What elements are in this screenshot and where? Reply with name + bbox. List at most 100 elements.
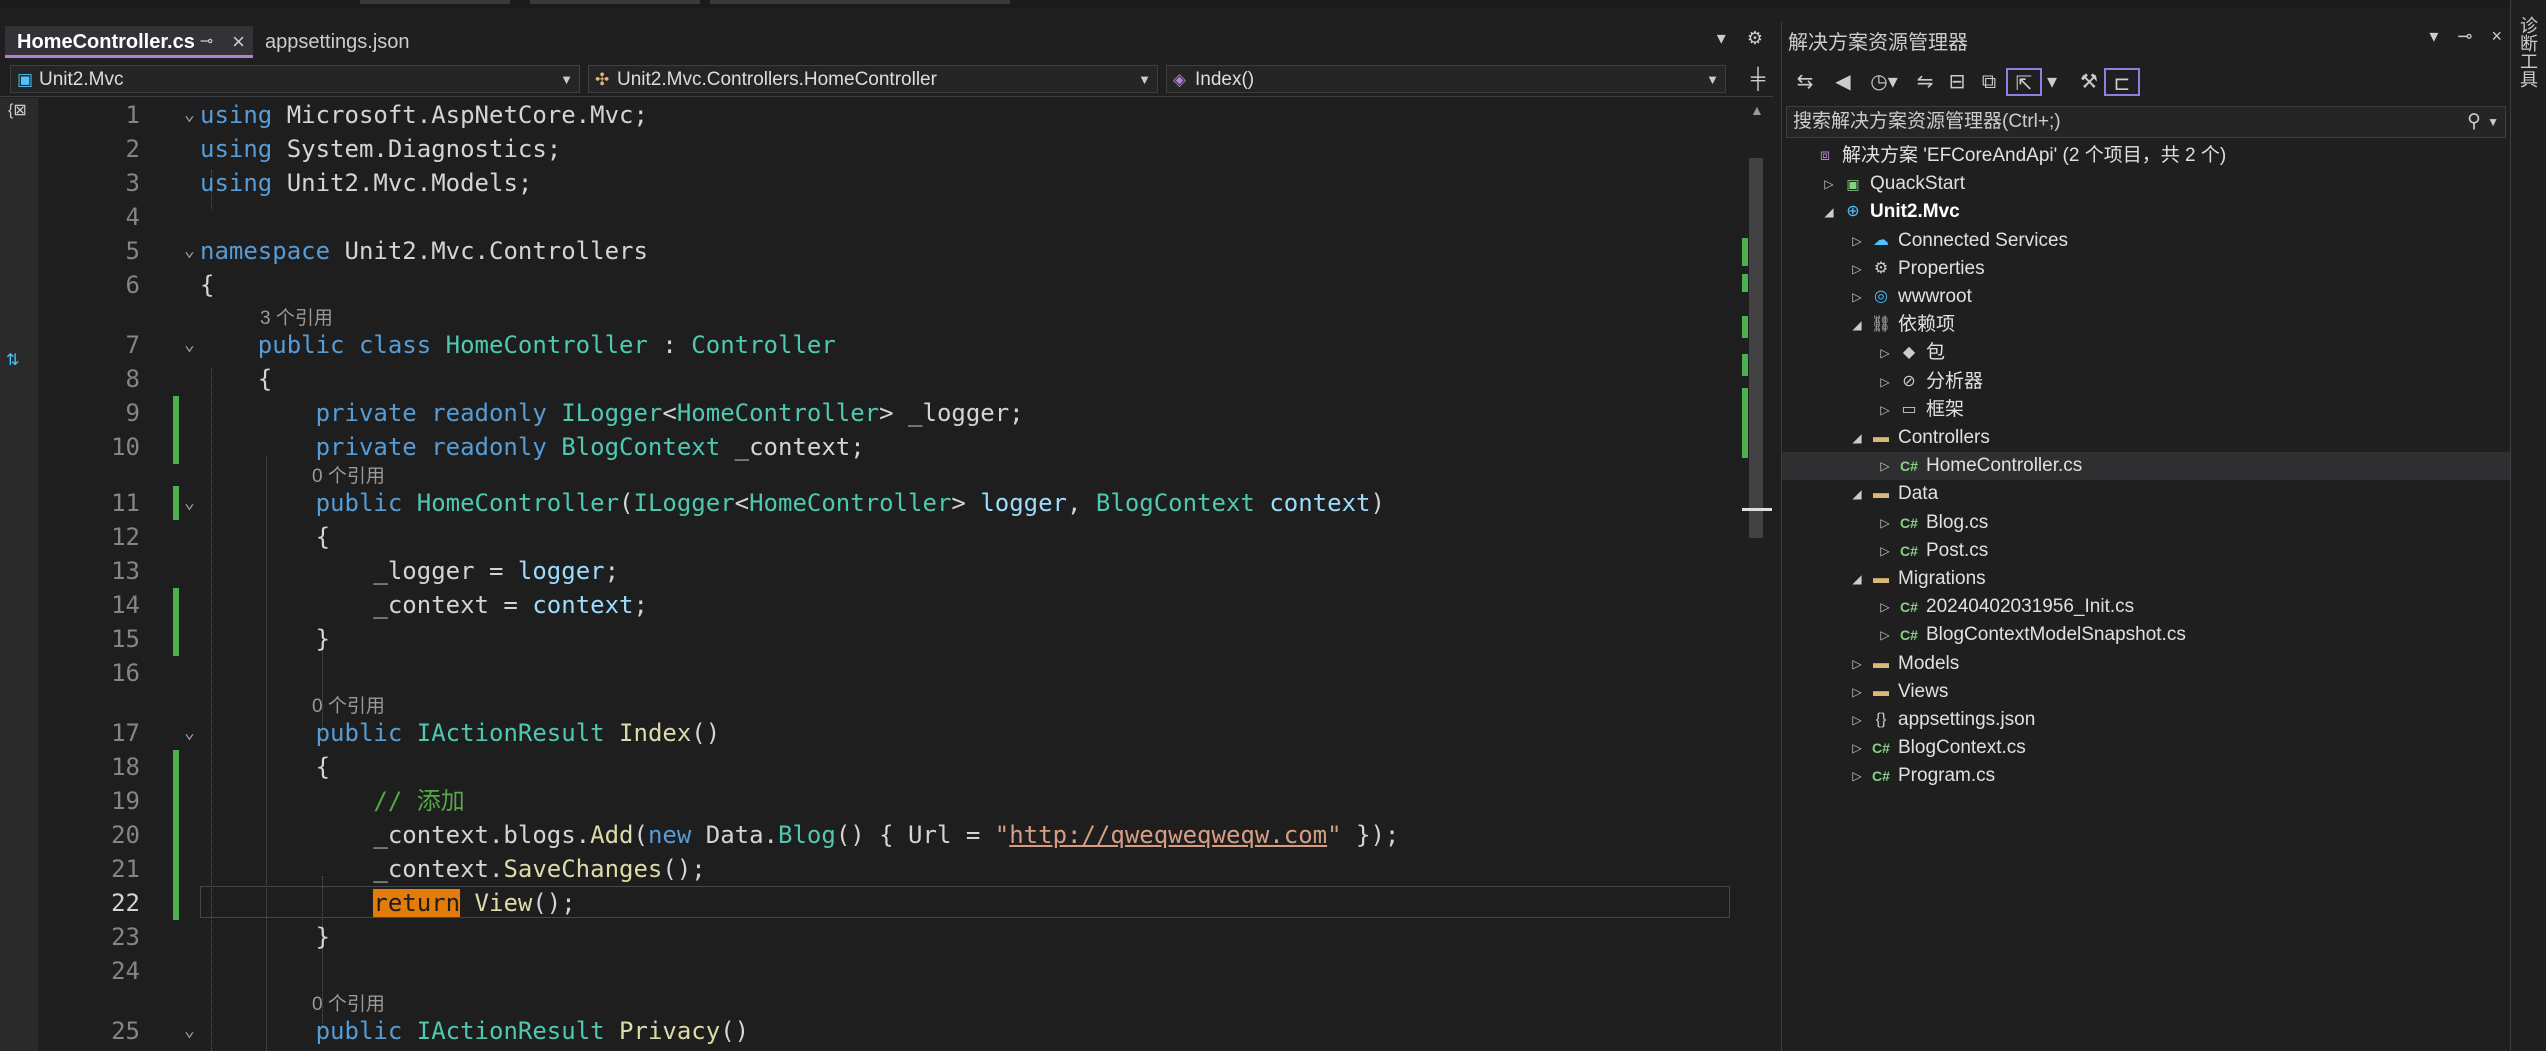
chevron-down-icon[interactable]: ▾ (2044, 68, 2060, 96)
expanded-arrow-icon[interactable]: ◢ (1848, 424, 1866, 452)
tree-item-label: Migrations (1898, 568, 1986, 589)
collapsed-arrow-icon[interactable]: ▷ (1820, 170, 1838, 198)
code-text-area[interactable]: {⊠ ⇅ 1 ⌄ using Microsoft.AspNetCore.Mvc;… (0, 98, 1740, 1051)
collapsed-arrow-icon[interactable]: ▷ (1876, 452, 1894, 480)
editor-vertical-scrollbar[interactable]: ▲ (1740, 98, 1773, 1051)
tree-item[interactable]: ◢ ▬ Migrations (1782, 565, 2510, 593)
project-dropdown[interactable]: ▣ Unit2.Mvc ▼ (10, 65, 580, 93)
expanded-arrow-icon[interactable]: ◢ (1820, 198, 1838, 226)
tree-item[interactable]: ▷ C# Blog.cs (1782, 509, 2510, 537)
tree-item[interactable]: ⧈ 解决方案 'EFCoreAndApi' (2 个项目，共 2 个) (1782, 142, 2510, 170)
tree-item[interactable]: ▷ ◆ 包 (1782, 339, 2510, 367)
tab-appsettings[interactable]: appsettings.json (253, 26, 467, 58)
collapsed-arrow-icon[interactable]: ▷ (1876, 509, 1894, 537)
collapsed-arrow-icon[interactable]: ▷ (1876, 396, 1894, 424)
tree-item[interactable]: ▷ ▣ QuackStart (1782, 170, 2510, 198)
expanded-arrow-icon[interactable]: ◢ (1848, 311, 1866, 339)
scroll-up-icon[interactable]: ▲ (1750, 102, 1764, 118)
chevron-down-icon: ▼ (1706, 72, 1719, 87)
globe-icon: ◎ (1874, 288, 1888, 305)
collapsed-arrow-icon[interactable]: ▷ (1848, 283, 1866, 311)
show-all-files-icon[interactable]: ⧉ (1974, 68, 2004, 96)
collapsed-arrow-icon[interactable]: ▷ (1848, 706, 1866, 734)
tree-item[interactable]: ◢ ▬ Controllers (1782, 424, 2510, 452)
scrollbar-thumb[interactable] (1749, 158, 1763, 538)
url-string[interactable]: http://qweqweqweqw.com (1009, 821, 1327, 849)
tree-item[interactable]: ▷ ⊘ 分析器 (1782, 368, 2510, 396)
tree-item[interactable]: ▷ C# HomeController.cs (1782, 452, 2510, 481)
fold-chevron-icon[interactable]: ⌄ (184, 234, 195, 268)
close-icon[interactable]: × (2491, 26, 2502, 46)
expanded-arrow-icon[interactable]: ◢ (1848, 565, 1866, 593)
tree-item[interactable]: ▷ ⚙ Properties (1782, 255, 2510, 283)
chevron-down-icon[interactable]: ▾ (2429, 26, 2438, 46)
collapsed-arrow-icon[interactable]: ▷ (1876, 537, 1894, 565)
diagnostic-tools-tab[interactable]: 诊断工具 (2517, 16, 2541, 88)
tree-item[interactable]: ▷ C# 20240402031956_Init.cs (1782, 593, 2510, 621)
expanded-arrow-icon[interactable]: ◢ (1848, 480, 1866, 508)
codelens-references[interactable]: 0 个引用 (312, 994, 385, 1016)
gear-icon[interactable]: ⚙ (1747, 28, 1763, 48)
fold-chevron-icon[interactable]: ⌄ (184, 1014, 195, 1048)
wrench-icon[interactable]: ⚒ (2074, 68, 2104, 96)
fold-chevron-icon[interactable]: ⌄ (184, 98, 195, 132)
tree-item[interactable]: ▷ C# BlogContextModelSnapshot.cs (1782, 621, 2510, 649)
fold-chevron-icon[interactable]: ⌄ (184, 328, 195, 362)
tree-item[interactable]: ▷ C# BlogContext.cs (1782, 734, 2510, 762)
codelens-references[interactable]: 0 个引用 (312, 696, 385, 718)
tree-item[interactable]: ◢ ⊕ Unit2.Mvc (1782, 198, 2510, 226)
back-icon[interactable]: ◀ (1828, 68, 1858, 96)
preview-selected-items-icon[interactable]: ⊏ (2104, 68, 2140, 96)
chevron-down-icon[interactable]: ▼ (2487, 107, 2499, 137)
json-file-icon: {} (1875, 711, 1887, 728)
search-input[interactable]: 搜索解决方案资源管理器(Ctrl+;) ⚲ ▼ (1786, 106, 2506, 138)
fold-chevron-icon[interactable]: ⌄ (184, 486, 195, 520)
collapsed-arrow-icon[interactable]: ▷ (1876, 339, 1894, 367)
collapsed-arrow-icon[interactable]: ▷ (1848, 255, 1866, 283)
pin-icon[interactable]: ⊸ (200, 26, 213, 58)
member-dropdown[interactable]: ◈ Index() ▼ (1166, 65, 1726, 93)
track-active-item-icon[interactable]: ⇱ (2006, 68, 2042, 96)
split-editor-icon[interactable]: ╪ (1751, 68, 1765, 91)
code-line: 23 } (0, 920, 1740, 954)
folder-icon: ▬ (1873, 682, 1889, 700)
code-text: _context = context; (200, 591, 648, 619)
codelens-references[interactable]: 0 个引用 (312, 466, 385, 488)
codelens-references[interactable]: 3 个引用 (260, 308, 333, 330)
line-number: 18 (111, 753, 140, 781)
tree-item[interactable]: ▷ ▭ 框架 (1782, 396, 2510, 424)
collapsed-arrow-icon[interactable]: ▷ (1848, 678, 1866, 706)
search-icon[interactable]: ⚲ (2467, 107, 2481, 137)
tree-item[interactable]: ▷ C# Program.cs (1782, 762, 2510, 790)
tree-item[interactable]: ▷ ▬ Models (1782, 650, 2510, 678)
change-indicator (1742, 238, 1748, 266)
collapsed-arrow-icon[interactable]: ▷ (1876, 593, 1894, 621)
pin-icon[interactable]: ⊸ (2457, 26, 2472, 46)
close-icon[interactable]: × (232, 26, 245, 58)
tree-item[interactable]: ◢ ⛓ 依赖项 (1782, 311, 2510, 339)
chevron-down-icon[interactable]: ▾ (1717, 28, 1726, 48)
fold-chevron-icon[interactable]: ⌄ (184, 716, 195, 750)
tree-item[interactable]: ▷ {} appsettings.json (1782, 706, 2510, 734)
project-name: Unit2.Mvc (39, 69, 124, 90)
tree-item[interactable]: ▷ C# Post.cs (1782, 537, 2510, 565)
tab-homecontroller[interactable]: HomeController.cs ⊸ × (5, 26, 253, 58)
sync-icon[interactable]: ⇋ (1910, 68, 1940, 96)
collapsed-arrow-icon[interactable]: ▷ (1848, 762, 1866, 790)
collapsed-arrow-icon[interactable]: ▷ (1876, 368, 1894, 396)
code-line: 2 using System.Diagnostics; (0, 132, 1740, 166)
switch-views-icon[interactable]: ⇆ (1790, 68, 1820, 96)
collapsed-arrow-icon[interactable]: ▷ (1848, 227, 1866, 255)
collapsed-arrow-icon[interactable]: ▷ (1876, 621, 1894, 649)
collapsed-arrow-icon[interactable]: ▷ (1848, 650, 1866, 678)
tree-item[interactable]: ▷ ▬ Views (1782, 678, 2510, 706)
tree-item[interactable]: ▷ ☁ Connected Services (1782, 227, 2510, 255)
collapse-all-icon[interactable]: ⊟ (1942, 68, 1972, 96)
pending-changes-filter-icon[interactable]: ◷▾ (1864, 68, 1904, 96)
tree-item-label: Views (1898, 680, 1949, 702)
code-text: public HomeController(ILogger<HomeContro… (315, 489, 1385, 517)
tree-item[interactable]: ▷ ◎ wwwroot (1782, 283, 2510, 311)
type-dropdown[interactable]: ✣ Unit2.Mvc.Controllers.HomeController ▼ (588, 65, 1158, 93)
collapsed-arrow-icon[interactable]: ▷ (1848, 734, 1866, 762)
tree-item[interactable]: ◢ ▬ Data (1782, 480, 2510, 508)
